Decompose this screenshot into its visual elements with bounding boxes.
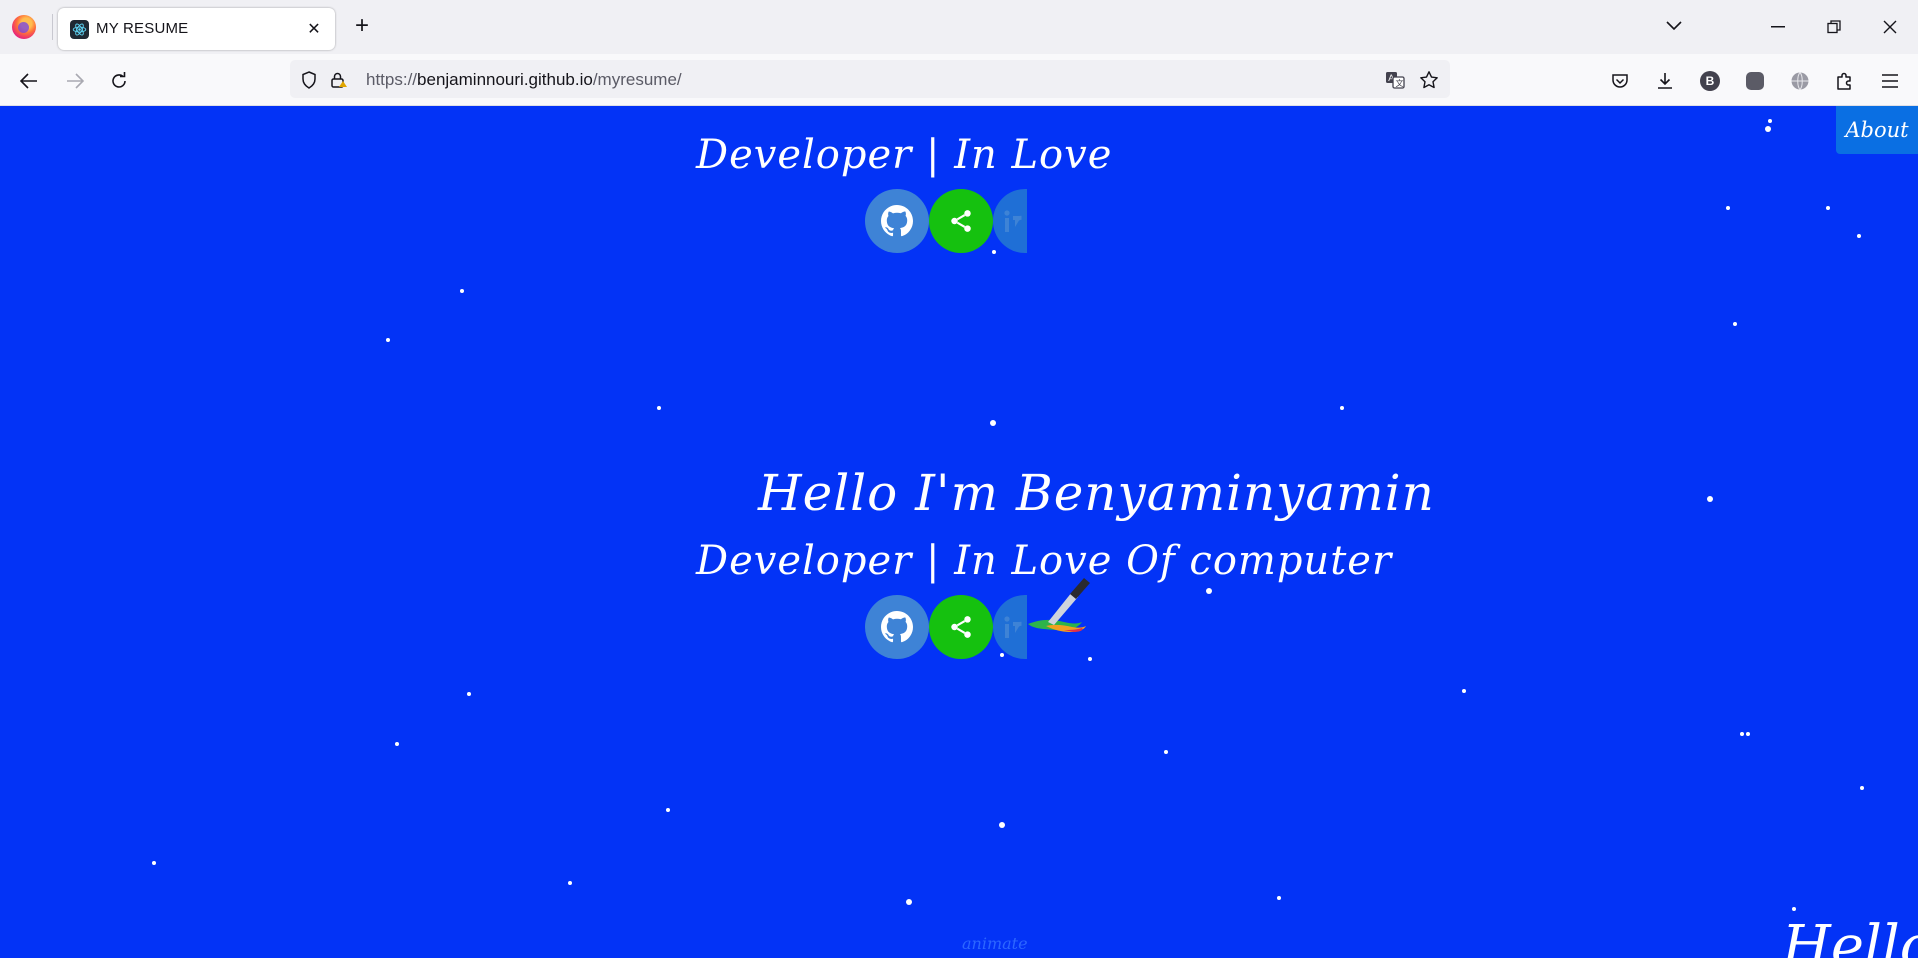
share-icon [951,616,971,638]
share-button[interactable] [929,189,993,253]
close-window-icon[interactable] [1874,12,1906,42]
react-icon [70,20,89,39]
minimize-icon[interactable] [1762,12,1794,42]
star [467,692,471,696]
github-icon [881,205,913,237]
star [906,899,912,905]
github-icon [881,611,913,643]
linkedin-link[interactable] [993,595,1027,659]
star [152,861,156,865]
linkedin-icon [1004,616,1022,638]
pocket-icon[interactable] [1605,66,1635,96]
linkedin-icon [1004,210,1022,232]
linkedin-link[interactable] [993,189,1027,253]
extensions-puzzle-icon[interactable] [1830,66,1860,96]
star [395,742,399,746]
star [568,881,572,885]
star [1000,653,1004,657]
lock-icon[interactable] [328,69,350,91]
star [1088,657,1092,661]
translate-icon[interactable]: A文 [1384,69,1406,91]
tab-separator [52,14,53,40]
svg-text:文: 文 [1396,78,1404,88]
animate-toggle[interactable]: animate [962,934,1028,953]
globe-extension-icon[interactable] [1785,66,1815,96]
star [1765,126,1771,132]
star [1740,732,1744,736]
url-path: /myresume/ [592,70,682,89]
tab-bar: MY RESUME ✕ + [0,0,1918,54]
close-tab-icon[interactable]: ✕ [303,18,325,40]
url-scheme: https:// [366,70,418,89]
address-bar[interactable]: https://benjaminnouri.github.io/myresume… [290,60,1450,98]
tab-my-resume[interactable]: MY RESUME ✕ [58,8,335,50]
resume-page: Developer | In Love Hello I'm Benyaminya… [0,106,1918,958]
tab-title: MY RESUME [96,20,189,37]
new-tab-button[interactable]: + [348,12,376,40]
extension-square-icon[interactable] [1740,66,1770,96]
star [1857,234,1861,238]
star [666,808,670,812]
menu-icon[interactable] [1875,66,1905,96]
navigation-toolbar: https://benjaminnouri.github.io/myresume… [0,54,1918,106]
star [999,822,1005,828]
star [1733,322,1737,326]
star [1792,907,1796,911]
subtitle-top: Developer | In Love [696,132,1113,178]
github-link[interactable] [865,189,929,253]
star [1726,206,1730,210]
share-icon [951,210,971,232]
share-button[interactable] [929,595,993,659]
url-text[interactable]: https://benjaminnouri.github.io/myresume… [366,70,682,90]
restore-icon[interactable] [1818,12,1850,42]
extension-b-icon[interactable]: B [1695,66,1725,96]
star [460,289,464,293]
reload-icon[interactable] [104,66,134,96]
star [1340,406,1344,410]
star [1860,786,1864,790]
star [990,420,996,426]
url-host: benjaminnouri.github.io [417,70,593,89]
list-all-tabs-icon[interactable] [1662,14,1686,38]
star [992,250,996,254]
back-icon[interactable] [14,66,44,96]
hero-greeting: Hello I'm Benyaminyamin [758,464,1435,522]
corner-hello-text: Hello [1782,914,1918,958]
star [1768,119,1772,123]
star [1462,689,1466,693]
about-button[interactable]: About [1836,106,1918,154]
bookmark-star-icon[interactable] [1418,69,1440,91]
star [1277,896,1281,900]
star [1206,588,1212,594]
star [1164,750,1168,754]
star [1707,496,1713,502]
paintbrush-cursor-icon [1028,578,1090,632]
tracking-protection-shield-icon[interactable] [298,69,320,91]
forward-icon[interactable] [60,66,90,96]
firefox-icon[interactable] [12,15,36,39]
star [657,406,661,410]
star [1826,206,1830,210]
star [1746,732,1750,736]
github-link[interactable] [865,595,929,659]
star [386,338,390,342]
downloads-icon[interactable] [1650,66,1680,96]
